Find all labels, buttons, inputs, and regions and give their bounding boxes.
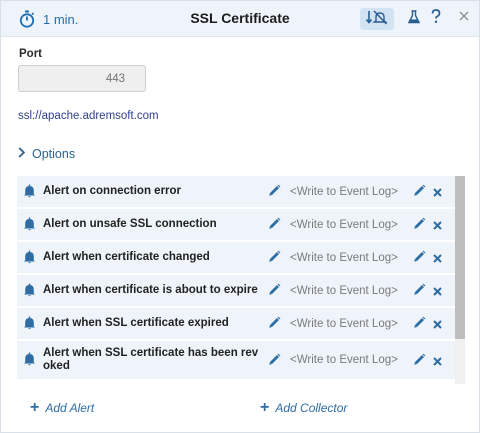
- bell-icon: [23, 316, 36, 335]
- port-input[interactable]: [18, 65, 146, 92]
- alert-row[interactable]: Alert when certificate changed <Write to …: [17, 242, 455, 273]
- alert-action[interactable]: <Write to Event Log>: [290, 219, 398, 231]
- target-url-link[interactable]: ssl://apache.adremsoft.com: [18, 110, 159, 122]
- interval-selector[interactable]: 1 min.: [19, 10, 78, 28]
- stopwatch-icon: [19, 10, 35, 28]
- bell-icon: [23, 250, 36, 269]
- plus-icon: +: [30, 399, 40, 416]
- help-button[interactable]: [425, 8, 447, 30]
- edit-alert-icon[interactable]: [268, 184, 281, 202]
- remove-alert-icon[interactable]: [433, 184, 442, 202]
- bell-icon: [23, 184, 36, 203]
- close-button[interactable]: [453, 6, 475, 28]
- edit-alert-icon[interactable]: [268, 316, 281, 334]
- flask-icon: [407, 9, 421, 29]
- add-alert-button[interactable]: + Add Alert: [30, 399, 95, 416]
- mute-notifications-icon: [365, 9, 389, 30]
- alert-action[interactable]: <Write to Event Log>: [290, 186, 398, 198]
- alert-row[interactable]: Alert when certificate is about to expir…: [17, 275, 455, 306]
- ssl-certificate-panel: 1 min. SSL Certificate Port 443 ssl://ap…: [0, 0, 480, 433]
- bell-icon: [23, 217, 36, 236]
- remove-alert-icon[interactable]: [433, 217, 442, 235]
- edit-alert-icon[interactable]: [268, 283, 281, 301]
- alert-row[interactable]: Alert when SSL certificate expired <Write…: [17, 308, 455, 339]
- plus-icon: +: [260, 399, 270, 416]
- edit-action-icon[interactable]: [413, 184, 426, 202]
- alert-action[interactable]: <Write to Event Log>: [290, 285, 398, 297]
- edit-action-icon[interactable]: [413, 217, 426, 235]
- alert-name: Alert when certificate changed: [43, 251, 210, 263]
- remove-alert-icon[interactable]: [433, 250, 442, 268]
- alert-row[interactable]: Alert on unsafe SSL connection <Write to …: [17, 209, 455, 240]
- port-label: Port: [19, 48, 42, 60]
- bell-icon: [23, 283, 36, 302]
- help-icon: [430, 9, 442, 29]
- edit-action-icon[interactable]: [413, 353, 426, 371]
- mute-alerts-button[interactable]: [360, 8, 394, 30]
- alert-name: Alert on unsafe SSL connection: [43, 218, 217, 230]
- alerts-list: Alert on connection error <Write to Event…: [17, 176, 455, 384]
- scrollbar-thumb[interactable]: [455, 176, 465, 339]
- remove-alert-icon[interactable]: [433, 316, 442, 334]
- edit-alert-icon[interactable]: [268, 250, 281, 268]
- alerts-scrollbar[interactable]: [455, 176, 465, 384]
- alert-name: Alert on connection error: [43, 185, 182, 197]
- alert-row[interactable]: Alert on connection error <Write to Event…: [17, 176, 455, 207]
- options-label: Options: [32, 147, 76, 161]
- panel-header: 1 min. SSL Certificate: [1, 1, 479, 37]
- interval-label: 1 min.: [43, 11, 79, 27]
- close-icon: [459, 8, 469, 26]
- remove-alert-icon[interactable]: [433, 283, 442, 301]
- edit-action-icon[interactable]: [413, 283, 426, 301]
- alert-name: Alert when SSL certificate expired: [43, 317, 229, 329]
- add-collector-button[interactable]: + Add Collector: [260, 399, 348, 416]
- test-button[interactable]: [403, 8, 425, 30]
- edit-action-icon[interactable]: [413, 316, 426, 334]
- add-alert-label: Add Alert: [45, 401, 95, 415]
- alert-action[interactable]: <Write to Event Log>: [290, 354, 398, 366]
- alert-name: Alert when SSL certificate has been revo…: [43, 347, 259, 372]
- alert-row[interactable]: Alert when SSL certificate has been revo…: [17, 341, 455, 379]
- chevron-right-icon: [18, 145, 26, 163]
- add-collector-label: Add Collector: [275, 401, 348, 415]
- alert-name: Alert when certificate is about to expir…: [43, 284, 258, 296]
- options-toggle[interactable]: Options: [18, 145, 75, 163]
- remove-alert-icon[interactable]: [433, 353, 442, 371]
- alert-action[interactable]: <Write to Event Log>: [290, 252, 398, 264]
- edit-alert-icon[interactable]: [268, 217, 281, 235]
- bell-icon: [23, 352, 36, 371]
- alert-action[interactable]: <Write to Event Log>: [290, 318, 398, 330]
- edit-action-icon[interactable]: [413, 250, 426, 268]
- edit-alert-icon[interactable]: [268, 353, 281, 371]
